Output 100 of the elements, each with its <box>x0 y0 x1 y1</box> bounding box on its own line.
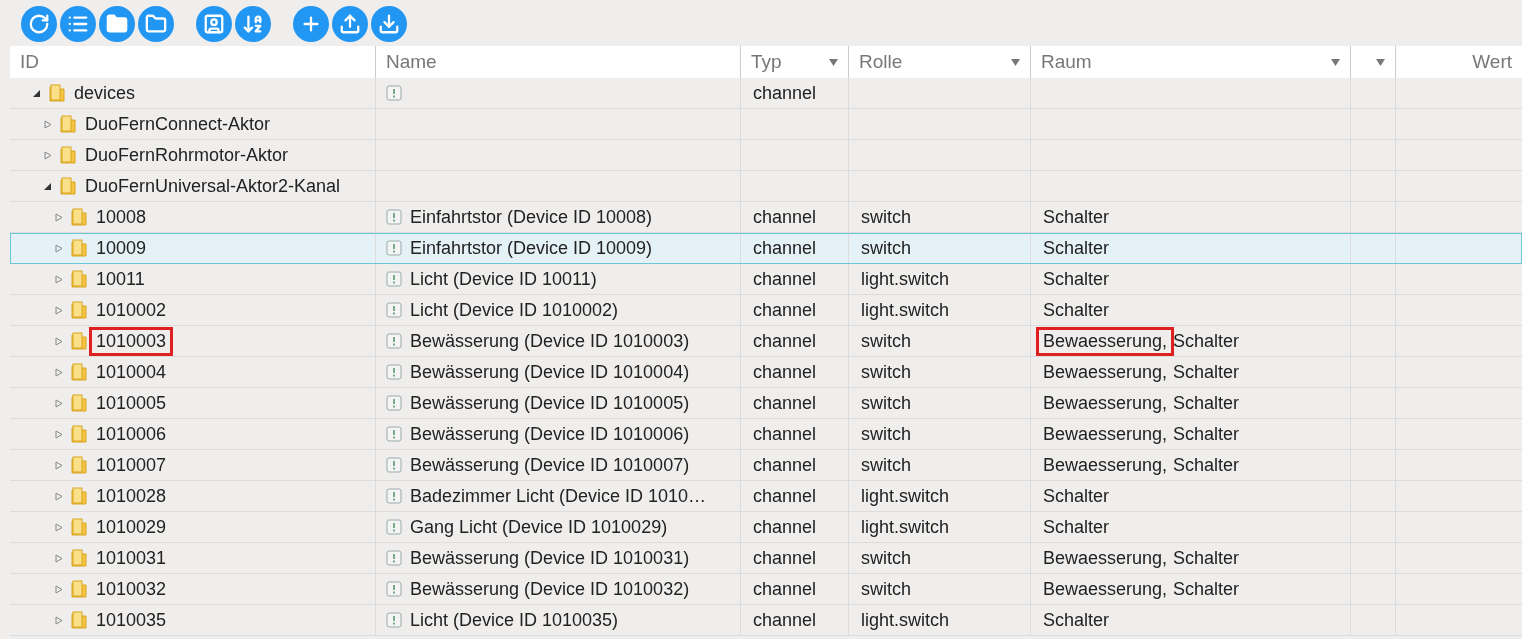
room-name: Bewaesserung, <box>1042 391 1169 415</box>
list-icon <box>67 13 89 35</box>
expand-triangle-icon <box>53 584 63 594</box>
object-type: channel <box>752 515 818 539</box>
refresh-button[interactable] <box>21 6 57 42</box>
room-name: Schalter <box>1172 422 1241 446</box>
expand-toggle[interactable] <box>52 304 64 316</box>
expand-toggle[interactable] <box>52 428 64 440</box>
collapse-triangle-icon <box>42 181 52 191</box>
tree-row[interactable]: 1010028 Badezimmer Licht (Device ID 1010… channel light.switch Schalter <box>10 481 1522 512</box>
folder-outline-button[interactable] <box>138 6 174 42</box>
sort-button[interactable] <box>235 6 271 42</box>
object-id: devices <box>73 81 137 105</box>
tree-row[interactable]: 1010035 Licht (Device ID 1010035) channel light.switch Schalter <box>10 605 1522 636</box>
expand-triangle-icon <box>53 615 63 625</box>
expand-triangle-icon <box>53 491 63 501</box>
tree-row[interactable]: 10009 Einfahrtstor (Device ID 10009) channel switch Schalter <box>10 233 1522 264</box>
object-name: Bewässerung (Device ID 1010003) <box>409 329 691 353</box>
folder-icon <box>70 238 88 258</box>
upload-button[interactable] <box>332 6 368 42</box>
object-name: Licht (Device ID 1010002) <box>409 298 620 322</box>
expand-toggle[interactable] <box>41 118 53 130</box>
filter-arrow-icon[interactable] <box>1011 58 1020 66</box>
expand-toggle[interactable] <box>52 459 64 471</box>
folder-icon <box>70 393 88 413</box>
expand-toggle[interactable] <box>52 397 64 409</box>
column-title: Wert <box>1472 51 1512 73</box>
room-name: Schalter <box>1042 608 1111 632</box>
object-name: Bewässerung (Device ID 1010006) <box>409 422 691 446</box>
tree-row[interactable]: 1010007 Bewässerung (Device ID 1010007) channel switch Bewaesserung, Schalter <box>10 450 1522 481</box>
folder-icon <box>106 13 128 35</box>
object-role: switch <box>860 205 912 229</box>
object-role: switch <box>860 360 912 384</box>
expand-toggle[interactable] <box>52 242 64 254</box>
tree-row[interactable]: 1010005 Bewässerung (Device ID 1010005) channel switch Bewaesserung, Schalter <box>10 388 1522 419</box>
room-name: Bewaesserung, <box>1042 546 1169 570</box>
tree-row[interactable]: 1010003 Bewässerung (Device ID 1010003) channel switch Bewaesserung, Schalter <box>10 326 1522 357</box>
folder-button[interactable] <box>99 6 135 42</box>
download-button[interactable] <box>371 6 407 42</box>
filter-arrow-icon[interactable] <box>1376 58 1385 66</box>
expand-toggle[interactable] <box>52 614 64 626</box>
folder-icon <box>70 579 88 599</box>
tree-row[interactable]: devices channel <box>10 78 1522 109</box>
add-button[interactable] <box>293 6 329 42</box>
object-type: channel <box>752 453 818 477</box>
object-role: switch <box>860 329 912 353</box>
tree-row[interactable]: 1010002 Licht (Device ID 1010002) channel light.switch Schalter <box>10 295 1522 326</box>
object-name: Einfahrtstor (Device ID 10008) <box>409 205 654 229</box>
object-id: 1010003 <box>95 329 168 353</box>
expand-triangle-icon <box>53 212 63 222</box>
object-type: channel <box>752 360 818 384</box>
object-id: DuoFernRohrmotor-Aktor <box>84 143 290 167</box>
object-type: channel <box>752 391 818 415</box>
expand-toggle[interactable] <box>52 273 64 285</box>
tree-row[interactable]: 1010004 Bewässerung (Device ID 1010004) channel switch Bewaesserung, Schalter <box>10 357 1522 388</box>
expand-toggle[interactable] <box>52 521 64 533</box>
expand-toggle[interactable] <box>52 552 64 564</box>
filter-arrow-icon[interactable] <box>1331 58 1340 66</box>
tree-row[interactable]: DuoFernRohrmotor-Aktor <box>10 140 1522 171</box>
tree-row[interactable]: 1010029 Gang Licht (Device ID 1010029) channel light.switch Schalter <box>10 512 1522 543</box>
tree-row[interactable]: DuoFernUniversal-Aktor2-Kanal <box>10 171 1522 202</box>
folder-icon <box>70 362 88 382</box>
object-role: switch <box>860 391 912 415</box>
object-type: channel <box>752 81 818 105</box>
object-name: Bewässerung (Device ID 1010007) <box>409 453 691 477</box>
expand-toggle[interactable] <box>41 149 53 161</box>
object-type: channel <box>752 267 818 291</box>
folder-icon <box>70 548 88 568</box>
object-id: 1010035 <box>95 608 168 632</box>
expand-toggle[interactable] <box>52 583 64 595</box>
expand-toggle[interactable] <box>52 490 64 502</box>
room-name: Bewaesserung, <box>1042 360 1169 384</box>
room-name: Schalter <box>1172 329 1241 353</box>
expand-triangle-icon <box>53 336 63 346</box>
object-name: Licht (Device ID 10011) <box>409 267 598 291</box>
object-role: light.switch <box>860 267 951 291</box>
tree-row[interactable]: 10008 Einfahrtstor (Device ID 10008) channel switch Schalter <box>10 202 1522 233</box>
tree-row[interactable]: 10011 Licht (Device ID 10011) channel light.switch Schalter <box>10 264 1522 295</box>
filter-arrow-icon[interactable] <box>829 58 838 66</box>
expand-triangle-icon <box>42 119 52 129</box>
object-id: 1010006 <box>95 422 168 446</box>
column-header[interactable]: ID <box>10 46 375 78</box>
object-name: Badezimmer Licht (Device ID 1010… <box>409 484 708 508</box>
expand-toggle[interactable] <box>52 366 64 378</box>
tree-row[interactable]: DuoFernConnect-Aktor <box>10 109 1522 140</box>
object-role: light.switch <box>860 298 951 322</box>
tree-row[interactable]: 1010006 Bewässerung (Device ID 1010006) channel switch Bewaesserung, Schalter <box>10 419 1522 450</box>
object-id: DuoFernConnect-Aktor <box>84 112 272 136</box>
folder-icon <box>48 83 66 103</box>
expand-toggle[interactable] <box>52 211 64 223</box>
expand-toggle[interactable] <box>52 335 64 347</box>
object-role: light.switch <box>860 484 951 508</box>
object-role: switch <box>860 236 912 260</box>
tree-row[interactable]: 1010032 Bewässerung (Device ID 1010032) channel switch Bewaesserung, Schalter <box>10 574 1522 605</box>
object-id: 1010031 <box>95 546 168 570</box>
list-button[interactable] <box>60 6 96 42</box>
object-type: channel <box>752 608 818 632</box>
collapse-triangle-icon <box>31 88 41 98</box>
tree-row[interactable]: 1010031 Bewässerung (Device ID 1010031) channel switch Bewaesserung, Schalter <box>10 543 1522 574</box>
role-button[interactable] <box>196 6 232 42</box>
